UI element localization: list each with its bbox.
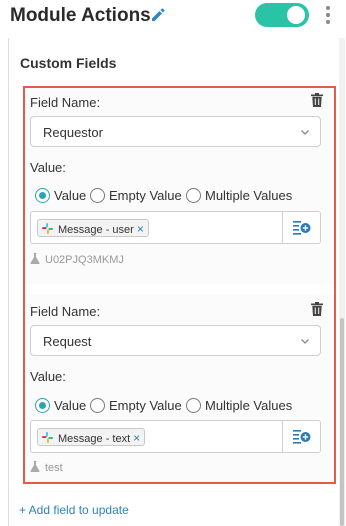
chip-label: Message - text [58, 433, 131, 445]
divider [282, 212, 283, 243]
radio-label: Multiple Values [205, 188, 293, 203]
scrollbar-thumb[interactable] [340, 318, 344, 526]
chip-label: Message - user [58, 224, 134, 236]
custom-field-card: Field Name: Request Value: Value Empty V… [25, 294, 334, 482]
flask-icon [30, 461, 40, 472]
module-actions-header: Module Actions [0, 0, 346, 38]
field-name-select[interactable]: Requestor [30, 116, 321, 147]
radio-circle [35, 188, 50, 203]
example-value: test [30, 461, 63, 474]
section-title: Custom Fields [20, 55, 117, 71]
toggle-knob [287, 6, 305, 24]
radio-label: Value [54, 188, 87, 203]
chevron-down-icon [301, 130, 309, 135]
pencil-icon[interactable] [150, 7, 166, 23]
radio-label: Value [54, 398, 87, 413]
field-name-value: Request [43, 334, 92, 349]
radio-circle [35, 398, 50, 413]
example-value-text: test [45, 462, 63, 474]
radio-label: Multiple Values [205, 398, 293, 413]
value-label: Value: [30, 160, 66, 175]
field-name-value: Requestor [43, 125, 103, 140]
radio-label: Empty Value [109, 188, 182, 203]
value-input[interactable]: Message - text × [30, 420, 321, 453]
trash-icon[interactable] [311, 93, 323, 107]
example-value-text: U02PJQ3MKMJ [45, 254, 124, 266]
chip-remove-icon[interactable]: × [133, 431, 140, 445]
divider [282, 421, 283, 452]
slack-icon [42, 223, 53, 234]
field-name-label: Field Name: [30, 95, 101, 110]
radio-label: Empty Value [109, 398, 182, 413]
radio-circle [186, 188, 201, 203]
radio-circle [90, 188, 105, 203]
chip-remove-icon[interactable]: × [137, 222, 144, 236]
panel-border [8, 38, 9, 526]
trash-icon[interactable] [311, 302, 323, 316]
value-label: Value: [30, 369, 66, 384]
field-name-label: Field Name: [30, 304, 101, 319]
field-name-select[interactable]: Request [30, 325, 321, 356]
example-value: U02PJQ3MKMJ [30, 253, 124, 266]
variable-chip[interactable]: Message - text × [37, 428, 146, 446]
value-input[interactable]: Message - user × [30, 211, 321, 244]
add-variable-icon[interactable] [293, 220, 311, 236]
kebab-menu-icon[interactable] [325, 5, 331, 27]
add-variable-icon[interactable] [293, 429, 311, 445]
custom-field-card: Field Name: Requestor Value: Value Empty… [25, 88, 334, 284]
radio-circle [90, 398, 105, 413]
page-title: Module Actions [10, 5, 151, 26]
flask-icon [30, 253, 40, 264]
add-field-link[interactable]: + Add field to update [19, 503, 129, 517]
slack-icon [42, 432, 53, 443]
chevron-down-icon [301, 339, 309, 344]
radio-circle [186, 398, 201, 413]
module-enabled-toggle[interactable] [255, 3, 309, 27]
variable-chip[interactable]: Message - user × [37, 219, 149, 237]
